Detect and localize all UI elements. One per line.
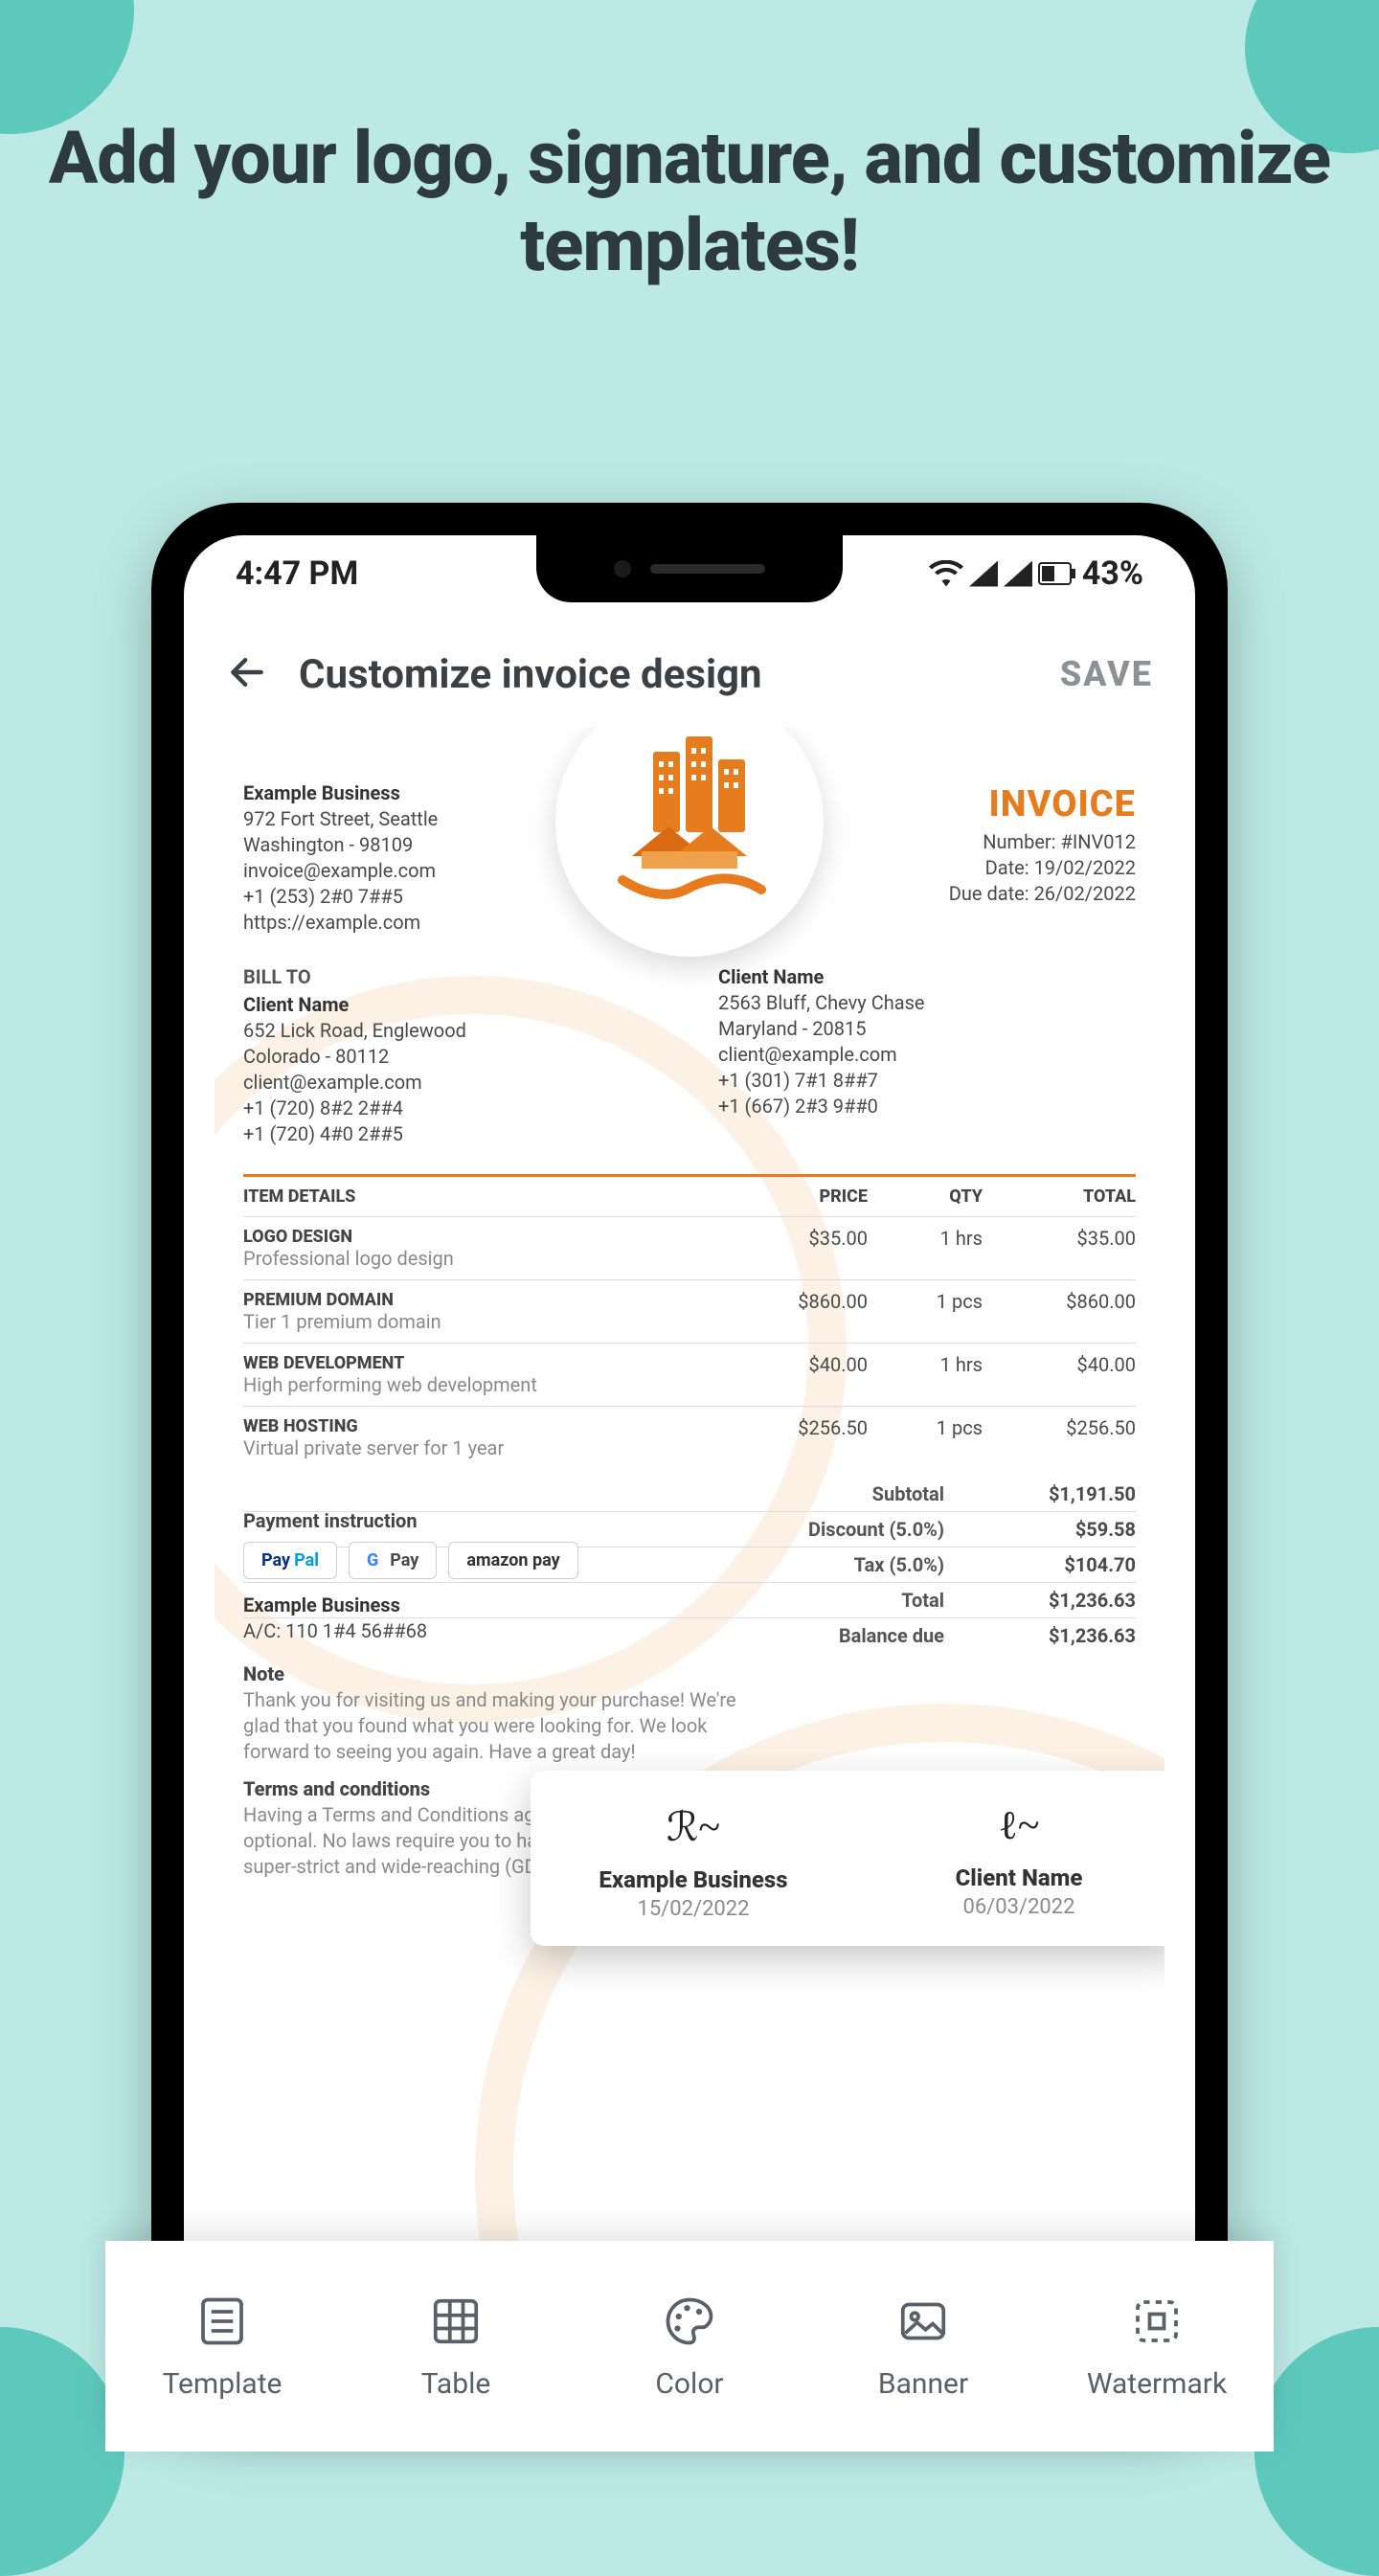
palette-icon [661, 2293, 718, 2350]
ship-to-block: Client Name 2563 Bluff, Chevy Chase Mary… [718, 964, 1136, 1147]
items-table: ITEM DETAILS PRICE QTY TOTAL LOGO DESIGN… [243, 1174, 1136, 1469]
watermark-icon [1128, 2293, 1186, 2350]
sender-block: Example Business 972 Fort Street, Seattl… [243, 780, 438, 936]
phone-screen: 4:47 PM 43% Customize invoice design SAV… [184, 535, 1195, 2385]
bottom-dock: Template Table Color Banner Watermark [105, 2241, 1274, 2452]
promo-headline: Add your logo, signature, and customize … [0, 115, 1379, 289]
gpay-button[interactable]: GPay [349, 1542, 437, 1579]
banner-icon [894, 2293, 952, 2350]
dock-template-button[interactable]: Template [105, 2241, 339, 2452]
arrow-left-icon [226, 651, 268, 693]
app-bar: Customize invoice design SAVE [184, 621, 1195, 727]
note-block: Note Thank you for visiting us and makin… [243, 1661, 741, 1765]
decoration [0, 0, 134, 134]
invoice-meta: INVOICE Number: #INV012 Date: 19/02/2022… [949, 780, 1136, 907]
bill-to-block: BILL TO Client Name 652 Lick Road, Engle… [243, 964, 661, 1147]
signature-mark: ℓ~ [883, 1803, 1155, 1849]
table-row: LOGO DESIGNProfessional logo design$35.0… [243, 1216, 1136, 1279]
dock-table-button[interactable]: Table [339, 2241, 573, 2452]
signal-icon [969, 560, 998, 587]
dock-watermark-button[interactable]: Watermark [1040, 2241, 1274, 2452]
back-button[interactable] [226, 651, 268, 697]
page-title: Customize invoice design [299, 651, 762, 698]
table-icon [427, 2293, 485, 2350]
wifi-icon [929, 560, 963, 587]
col-header: QTY [868, 1186, 983, 1207]
save-button[interactable]: SAVE [1060, 654, 1153, 694]
signal-icon [1004, 560, 1032, 587]
phone-frame: 4:47 PM 43% Customize invoice design SAV… [151, 503, 1228, 2418]
signature-mark: ℛ~ [557, 1803, 829, 1851]
template-icon [193, 2293, 251, 2350]
battery-percent: 43% [1082, 554, 1143, 593]
signature-card[interactable]: ℛ~ Example Business 15/02/2022 ℓ~ Client… [531, 1771, 1164, 1946]
table-row: PREMIUM DOMAINTier 1 premium domain$860.… [243, 1279, 1136, 1343]
col-header: PRICE [734, 1186, 868, 1207]
table-row: WEB HOSTINGVirtual private server for 1 … [243, 1406, 1136, 1469]
building-logo-icon [594, 727, 785, 918]
status-time: 4:47 PM [236, 554, 358, 593]
col-header: TOTAL [983, 1186, 1136, 1207]
table-row: WEB DEVELOPMENTHigh performing web devel… [243, 1343, 1136, 1406]
phone-notch [536, 535, 843, 602]
invoice-preview[interactable]: Example Business 972 Fort Street, Seattl… [215, 727, 1164, 2355]
col-header: ITEM DETAILS [243, 1186, 734, 1207]
dock-banner-button[interactable]: Banner [806, 2241, 1040, 2452]
battery-icon [1038, 562, 1076, 585]
dock-color-button[interactable]: Color [573, 2241, 806, 2452]
amazonpay-button[interactable]: amazon pay [448, 1542, 577, 1579]
paypal-button[interactable]: PayPal [243, 1542, 337, 1579]
